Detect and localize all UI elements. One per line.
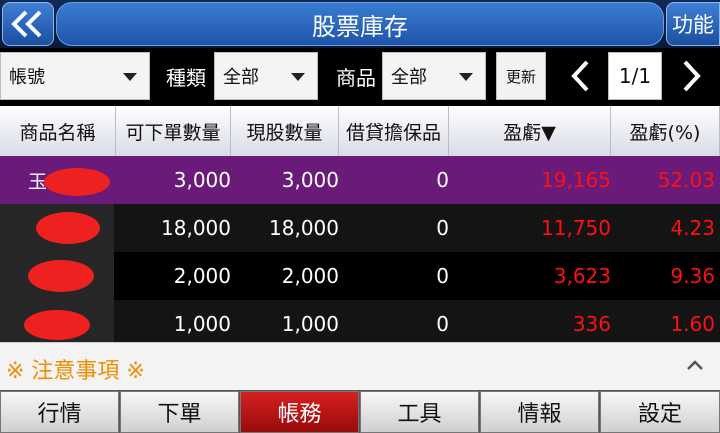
col-header-pnl[interactable]: 盈虧▼	[449, 106, 611, 156]
col-header-cash-qty[interactable]: 現股數量	[231, 106, 339, 156]
col-header-pnl-pct[interactable]: 盈虧(%)	[611, 106, 720, 156]
back-button[interactable]	[2, 2, 54, 46]
bottom-nav: 行情 下單 帳務 工具 情報 設定	[0, 390, 720, 433]
pnl: 336	[572, 312, 611, 336]
type-select-value: 全部	[223, 67, 259, 88]
caret-down-icon	[291, 73, 305, 81]
chevron-left-icon	[571, 60, 589, 92]
chevron-right-icon	[683, 60, 701, 92]
col-header-collateral[interactable]: 借貸擔保品	[339, 106, 449, 156]
row-name-cell	[0, 204, 114, 252]
type-select[interactable]: 全部	[214, 52, 318, 100]
pnl-pct: 4.23	[670, 216, 715, 240]
cash-qty: 1,000	[281, 312, 339, 336]
type-label: 種類	[166, 66, 206, 90]
orderable-qty: 3,000	[173, 168, 231, 192]
orderable-qty: 18,000	[161, 216, 231, 240]
col-header-name[interactable]: 商品名稱	[0, 106, 116, 156]
orderable-qty: 1,000	[173, 312, 231, 336]
tab-tools[interactable]: 工具	[360, 391, 479, 433]
cash-qty: 2,000	[281, 264, 339, 288]
redaction-mark	[36, 212, 100, 244]
collateral: 0	[436, 168, 449, 192]
double-chevron-left-icon	[11, 10, 42, 38]
tab-settings[interactable]: 設定	[600, 391, 720, 433]
product-select[interactable]: 全部	[382, 52, 486, 100]
pnl: 19,165	[541, 168, 611, 192]
collateral: 0	[436, 312, 449, 336]
tab-order[interactable]: 下單	[120, 391, 239, 433]
cash-qty: 3,000	[281, 168, 339, 192]
row-name-cell	[0, 300, 114, 342]
redaction-mark	[44, 168, 110, 196]
caret-down-icon	[123, 73, 137, 81]
product-select-value: 全部	[391, 67, 427, 88]
next-page-button[interactable]	[670, 52, 714, 100]
account-select-value: 帳號	[9, 67, 45, 88]
table-row[interactable]: 2,000 2,000 0 3,623 9.36	[0, 252, 720, 300]
account-select[interactable]: 帳號	[0, 52, 150, 100]
inventory-table: 商品名稱 可下單數量 現股數量 借貸擔保品 盈虧▼ 盈虧(%) 玉 3,000 …	[0, 106, 720, 342]
pnl: 11,750	[541, 216, 611, 240]
collateral: 0	[436, 264, 449, 288]
notice-label: ※ 注意事項 ※	[6, 359, 145, 384]
row-name-cell	[0, 252, 114, 300]
table-row[interactable]: 18,000 18,000 0 11,750 4.23	[0, 204, 720, 252]
table-row[interactable]: 玉 3,000 3,000 0 19,165 52.03	[0, 156, 720, 204]
table-header: 商品名稱 可下單數量 現股數量 借貸擔保品 盈虧▼ 盈虧(%)	[0, 106, 720, 156]
col-header-orderable-qty[interactable]: 可下單數量	[116, 106, 231, 156]
pnl: 3,623	[553, 264, 611, 288]
pnl-pct: 1.60	[670, 312, 715, 336]
table-row[interactable]: 1,000 1,000 0 336 1.60	[0, 300, 720, 342]
page-indicator: 1/1	[608, 52, 662, 100]
caret-down-icon	[459, 73, 473, 81]
tab-info[interactable]: 情報	[480, 391, 599, 433]
tab-quotes[interactable]: 行情	[0, 391, 119, 433]
redaction-mark	[24, 310, 90, 340]
tab-account[interactable]: 帳務	[240, 391, 359, 433]
function-button[interactable]: 功能	[666, 2, 720, 46]
pnl-pct: 9.36	[670, 264, 715, 288]
orderable-qty: 2,000	[173, 264, 231, 288]
row-name-cell: 玉	[0, 156, 114, 204]
filter-bar: 帳號 種類 全部 商品 全部 更新 1/1	[0, 48, 720, 106]
page-title: 股票庫存	[56, 2, 664, 46]
chevron-up-icon[interactable]	[686, 359, 704, 371]
cash-qty: 18,000	[269, 216, 339, 240]
collateral: 0	[436, 216, 449, 240]
product-label: 商品	[336, 66, 376, 90]
pnl-pct: 52.03	[657, 168, 715, 192]
prev-page-button[interactable]	[558, 52, 602, 100]
refresh-button[interactable]: 更新	[496, 52, 546, 100]
top-header: 股票庫存 功能	[0, 0, 720, 48]
notice-bar[interactable]: ※ 注意事項 ※	[0, 342, 720, 390]
redaction-mark	[28, 260, 94, 292]
